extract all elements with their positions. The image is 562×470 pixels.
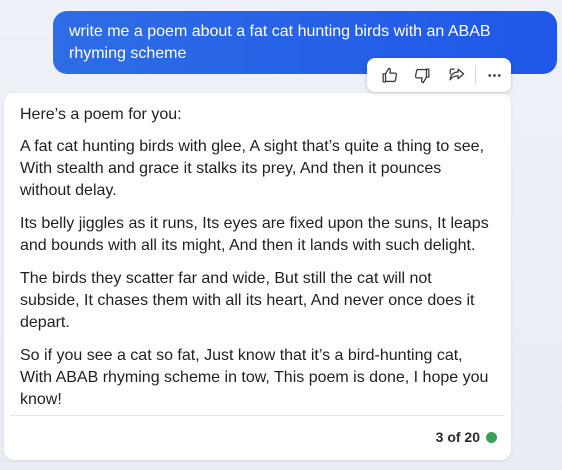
share-button[interactable] [440,60,473,90]
bot-response-card: Here’s a poem for you: A fat cat hunting… [4,93,511,460]
action-separator [474,65,476,85]
response-counter: 3 of 20 [436,429,497,445]
thumbs-down-icon [415,68,430,83]
user-message-text: write me a poem about a fat cat hunting … [69,23,491,62]
bot-response-body: Here’s a poem for you: A fat cat hunting… [4,93,511,411]
poem-stanza-2: Its belly jiggles as it runs, Its eyes a… [20,215,489,254]
thumbs-up-icon [382,67,398,82]
response-intro: Here’s a poem for you: [20,106,182,123]
like-button[interactable] [373,60,406,90]
more-options-button[interactable] [478,60,511,90]
response-counter-text: 3 of 20 [435,429,480,445]
footer-divider [10,415,505,416]
poem-stanza-4: So if you see a cat so fat, Just know th… [20,347,489,408]
poem-stanza-3: The birds they scatter far and wide, But… [20,270,475,331]
message-action-bar [367,58,511,92]
more-icon [488,73,501,77]
poem-stanza-1: A fat cat hunting birds with glee, A sig… [20,138,485,199]
dislike-button[interactable] [406,60,439,90]
share-icon [449,68,464,80]
status-dot-icon [486,431,497,443]
